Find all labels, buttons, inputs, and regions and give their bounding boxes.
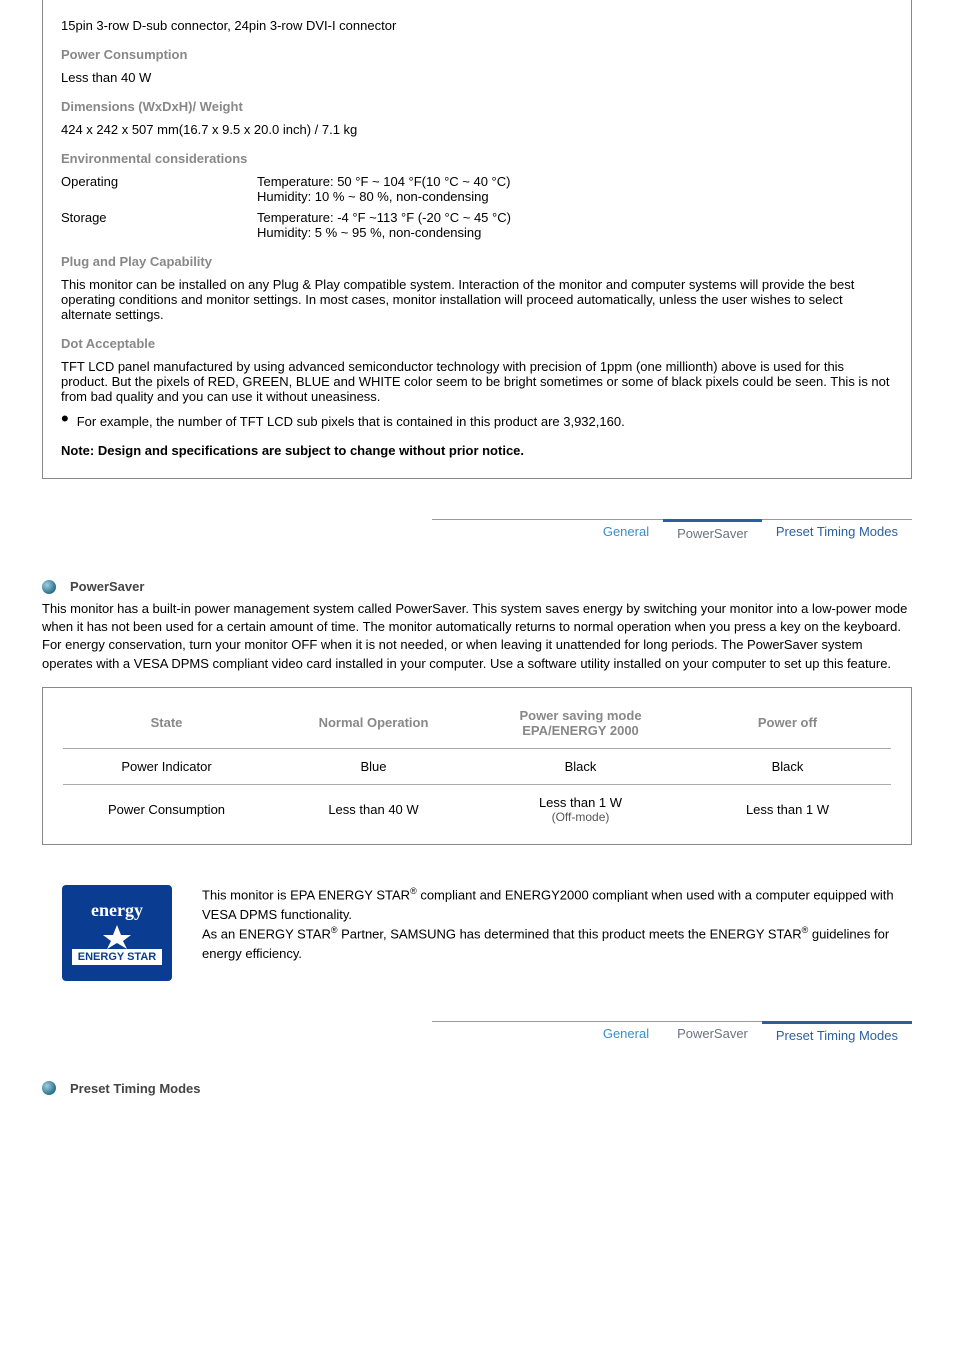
preset-timing-header: Preset Timing Modes: [42, 1081, 912, 1096]
change-note: Note: Design and specifications are subj…: [61, 443, 893, 458]
environmental-heading: Environmental considerations: [61, 151, 893, 166]
energy-logo-bar: ENERGY STAR: [72, 949, 162, 965]
th-off: Power off: [684, 715, 891, 730]
th-saving-sub: EPA/ENERGY 2000: [477, 723, 684, 738]
env-operating-value: Temperature: 50 °F ~ 104 °F(10 °C ~ 40 °…: [257, 174, 510, 204]
td-consumption-saving-main: Less than 1 W: [477, 795, 684, 810]
dot-bullet-row: • For example, the number of TFT LCD sub…: [61, 414, 893, 429]
env-storage-row: Storage Temperature: -4 °F ~113 °F (-20 …: [61, 210, 893, 240]
tab-general[interactable]: General: [589, 1022, 663, 1047]
tab-general[interactable]: General: [589, 520, 663, 545]
tab-powersaver[interactable]: PowerSaver: [663, 519, 762, 545]
preset-timing-title: Preset Timing Modes: [70, 1081, 201, 1096]
energy-text-3: As an ENERGY STAR: [202, 926, 331, 941]
table-row: Power Consumption Less than 40 W Less th…: [63, 784, 891, 834]
tab-preset-timing[interactable]: Preset Timing Modes: [762, 520, 912, 545]
bullet-icon: •: [61, 414, 69, 424]
td-indicator-normal: Blue: [270, 759, 477, 774]
energy-text-4: Partner, SAMSUNG has determined that thi…: [337, 926, 801, 941]
td-consumption-off: Less than 1 W: [684, 802, 891, 817]
table-row: Power Indicator Blue Black Black: [63, 748, 891, 784]
energy-text-1: This monitor is EPA ENERGY STAR: [202, 887, 410, 902]
connector-value: 15pin 3-row D-sub connector, 24pin 3-row…: [61, 18, 893, 33]
dot-text: TFT LCD panel manufactured by using adva…: [61, 359, 893, 404]
specifications-box: 15pin 3-row D-sub connector, 24pin 3-row…: [42, 0, 912, 479]
td-indicator-off: Black: [684, 759, 891, 774]
td-indicator-saving: Black: [477, 759, 684, 774]
env-operating-label: Operating: [61, 174, 257, 204]
td-consumption-label: Power Consumption: [63, 802, 270, 817]
dot-heading: Dot Acceptable: [61, 336, 893, 351]
env-operating-humidity: Humidity: 10 % ~ 80 %, non-condensing: [257, 189, 510, 204]
th-normal: Normal Operation: [270, 715, 477, 730]
pnp-heading: Plug and Play Capability: [61, 254, 893, 269]
section-bullet-icon: [42, 1081, 56, 1095]
env-storage-humidity: Humidity: 5 % ~ 95 %, non-condensing: [257, 225, 511, 240]
star-icon: [97, 925, 137, 949]
section-tabs-2: General PowerSaver Preset Timing Modes: [432, 1021, 912, 1047]
reg-mark-1: ®: [410, 886, 417, 896]
td-consumption-saving: Less than 1 W (Off-mode): [477, 795, 684, 824]
powersaver-header: PowerSaver: [42, 579, 912, 594]
dimensions-heading: Dimensions (WxDxH)/ Weight: [61, 99, 893, 114]
section-tabs-1: General PowerSaver Preset Timing Modes: [432, 519, 912, 545]
env-storage-temp: Temperature: -4 °F ~113 °F (-20 °C ~ 45 …: [257, 210, 511, 225]
td-indicator-label: Power Indicator: [63, 759, 270, 774]
powersaver-title: PowerSaver: [70, 579, 144, 594]
pnp-text: This monitor can be installed on any Plu…: [61, 277, 893, 322]
energy-star-text: This monitor is EPA ENERGY STAR® complia…: [202, 885, 912, 964]
env-operating-temp: Temperature: 50 °F ~ 104 °F(10 °C ~ 40 °…: [257, 174, 510, 189]
power-value: Less than 40 W: [61, 70, 893, 85]
energy-star-logo: energy ENERGY STAR: [62, 885, 172, 981]
dimensions-value: 424 x 242 x 507 mm(16.7 x 9.5 x 20.0 inc…: [61, 122, 893, 137]
tab-powersaver[interactable]: PowerSaver: [663, 1022, 762, 1047]
powersaver-table: State Normal Operation Power saving mode…: [42, 687, 912, 845]
env-storage-label: Storage: [61, 210, 257, 240]
energy-star-block: energy ENERGY STAR This monitor is EPA E…: [42, 885, 912, 981]
dot-bullet-text: For example, the number of TFT LCD sub p…: [77, 414, 625, 429]
powersaver-paragraph: This monitor has a built-in power manage…: [42, 600, 912, 673]
power-heading: Power Consumption: [61, 47, 893, 62]
section-bullet-icon: [42, 580, 56, 594]
tab-preset-timing[interactable]: Preset Timing Modes: [762, 1021, 912, 1047]
td-consumption-saving-sub: (Off-mode): [477, 810, 684, 824]
th-saving-main: Power saving mode: [477, 708, 684, 723]
env-storage-value: Temperature: -4 °F ~113 °F (-20 °C ~ 45 …: [257, 210, 511, 240]
th-state: State: [63, 715, 270, 730]
energy-logo-script: energy: [91, 900, 143, 921]
td-consumption-normal: Less than 40 W: [270, 802, 477, 817]
th-saving: Power saving mode EPA/ENERGY 2000: [477, 708, 684, 738]
table-header-row: State Normal Operation Power saving mode…: [63, 698, 891, 748]
env-operating-row: Operating Temperature: 50 °F ~ 104 °F(10…: [61, 174, 893, 204]
